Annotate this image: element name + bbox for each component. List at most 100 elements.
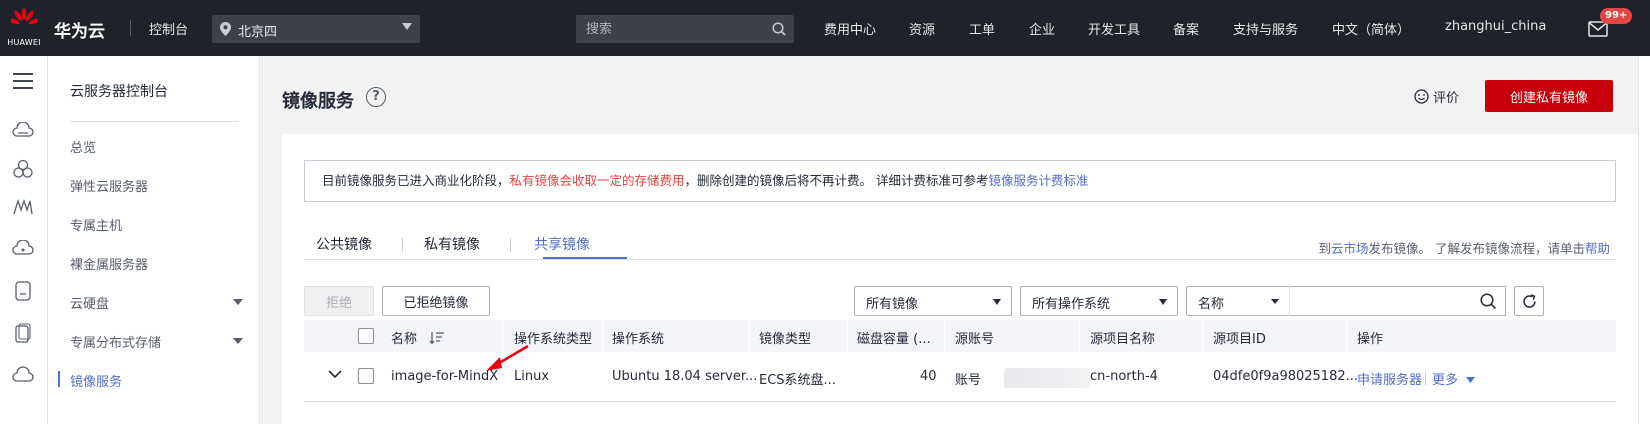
- source-project-name-cell: cn-north-4: [1090, 369, 1158, 384]
- column-header-disk-capacity: 磁盘容量 (...: [857, 332, 931, 347]
- create-private-image-button[interactable]: 创建私有镜像: [1485, 80, 1613, 112]
- security-icon[interactable]: [10, 320, 36, 346]
- caret-down-icon: [1271, 299, 1279, 304]
- smiley-icon: [1414, 89, 1429, 104]
- nav-billing[interactable]: 费用中心: [824, 19, 876, 38]
- reject-button[interactable]: 拒绝: [304, 286, 374, 316]
- caret-down-icon: [993, 299, 1001, 305]
- source-account-cell: 账号: [955, 373, 982, 388]
- caret-down-icon: [1159, 299, 1167, 305]
- column-divider: [602, 320, 603, 352]
- sort-icon: [429, 332, 445, 345]
- column-divider: [847, 320, 848, 352]
- caret-down-icon: [402, 23, 412, 30]
- os-filter-value: 所有操作系统: [1032, 297, 1111, 312]
- column-label: 名称: [391, 332, 418, 347]
- column-header-source-project-id: 源项目ID: [1213, 332, 1266, 347]
- page-scrollbar[interactable]: [1638, 56, 1650, 424]
- chevron-down-icon[interactable]: [233, 338, 243, 344]
- help-link[interactable]: 帮助: [1585, 241, 1610, 256]
- brand-name[interactable]: 华为云: [54, 17, 105, 42]
- sidebar-item-overview[interactable]: 总览: [70, 137, 96, 156]
- rate-button[interactable]: 评价: [1414, 87, 1459, 106]
- marketplace-link[interactable]: 云市场: [1331, 241, 1369, 256]
- billing-standard-link[interactable]: 镜像服务计费标准: [989, 173, 1089, 188]
- redacted-account: [1004, 368, 1090, 388]
- row-checkbox[interactable]: [358, 368, 374, 384]
- container-icon[interactable]: [10, 278, 36, 304]
- os-type-cell: Linux: [514, 369, 550, 384]
- help-icon[interactable]: ?: [366, 87, 386, 107]
- tab-public-images[interactable]: 公共镜像: [316, 234, 372, 254]
- logo-text: HUAWEI: [7, 38, 41, 47]
- nav-dev-tools[interactable]: 开发工具: [1088, 19, 1140, 38]
- database-icon[interactable]: [10, 236, 36, 262]
- nav-language[interactable]: 中文（简体）: [1332, 19, 1410, 38]
- global-search: [576, 15, 794, 43]
- divider: [402, 238, 403, 252]
- nav-enterprise[interactable]: 企业: [1029, 19, 1055, 38]
- column-header-image-type: 镜像类型: [759, 332, 812, 347]
- region-selector[interactable]: 北京四: [212, 15, 420, 43]
- huawei-logo-icon: [11, 8, 37, 25]
- image-name: image-for-MindX: [391, 369, 499, 384]
- column-divider: [1346, 320, 1347, 352]
- nav-resources[interactable]: 资源: [909, 19, 935, 38]
- caret-down-icon: [1466, 377, 1476, 383]
- chevron-down-icon[interactable]: [233, 299, 243, 305]
- hint-text: 发布镜像。 了解发布镜像流程，请单击: [1368, 241, 1585, 256]
- column-header-actions: 操作: [1357, 332, 1384, 347]
- sidebar-title: 云服务器控制台: [70, 84, 168, 100]
- huawei-logo[interactable]: HUAWEI: [6, 8, 41, 48]
- storage-icon[interactable]: [10, 194, 36, 220]
- divider: [70, 121, 238, 122]
- nav-filing[interactable]: 备案: [1173, 19, 1199, 38]
- select-all-checkbox[interactable]: [358, 328, 374, 344]
- content-panel: 目前镜像服务已进入商业化阶段，私有镜像会收取一定的存储费用，删除创建的镜像后将不…: [282, 134, 1638, 424]
- cloud-server-icon[interactable]: [10, 118, 36, 144]
- hint-text: 到: [1318, 241, 1331, 256]
- os-filter-select[interactable]: 所有操作系统: [1020, 286, 1178, 316]
- rejected-images-button[interactable]: 已拒绝镜像: [382, 286, 490, 316]
- image-filter-select[interactable]: 所有镜像: [854, 286, 1012, 316]
- tab-shared-images[interactable]: 共享镜像: [534, 234, 590, 254]
- sidebar-item-evs[interactable]: 云硬盘: [70, 293, 109, 312]
- source-project-id-cell: 04dfe0f9a98025182...: [1213, 369, 1359, 384]
- sidebar-item-dss[interactable]: 专属分布式存储: [70, 332, 161, 351]
- column-header-source-project-name: 源项目名称: [1090, 332, 1156, 347]
- sidebar-item-bare-metal[interactable]: 裸金属服务器: [70, 254, 148, 273]
- menu-icon[interactable]: [10, 68, 36, 94]
- column-header-name[interactable]: 名称: [391, 328, 445, 347]
- search-icon[interactable]: [1480, 293, 1497, 310]
- nav-support[interactable]: 支持与服务: [1233, 19, 1298, 38]
- search-field-select[interactable]: 名称: [1186, 286, 1290, 316]
- image-search-input[interactable]: [1290, 287, 1466, 315]
- refresh-button[interactable]: [1514, 286, 1544, 316]
- top-navigation-bar: HUAWEI 华为云 控制台 北京四 费用中心 资源 工单 企业 开发工具 备案…: [0, 0, 1650, 56]
- image-filter-value: 所有镜像: [866, 297, 919, 312]
- notice-text: 目前镜像服务已进入商业化阶段，: [322, 173, 510, 188]
- nav-username[interactable]: zhanghui_china: [1445, 19, 1546, 34]
- column-divider: [1202, 320, 1203, 352]
- sidebar-item-ims[interactable]: 镜像服务: [70, 371, 122, 390]
- console-link[interactable]: 控制台: [149, 19, 188, 38]
- table-row: image-for-MindX Linux Ubuntu 18.04 serve…: [304, 344, 1616, 402]
- disk-capacity-cell: 40: [920, 369, 937, 384]
- more-actions-link[interactable]: 更多: [1432, 369, 1476, 388]
- sidebar-item-ecs[interactable]: 弹性云服务器: [70, 176, 148, 195]
- active-tab-underline: [543, 257, 627, 259]
- column-header-os: 操作系统: [612, 332, 665, 347]
- nav-tickets[interactable]: 工单: [969, 19, 995, 38]
- sidebar-item-dedicated-host[interactable]: 专属主机: [70, 215, 122, 234]
- global-search-input[interactable]: [576, 15, 766, 43]
- cloud-icon[interactable]: [10, 362, 36, 388]
- page-title: 镜像服务: [282, 91, 354, 112]
- marketplace-hint: 到云市场发布镜像。 了解发布镜像流程，请单击帮助: [1318, 238, 1610, 257]
- expand-row-icon[interactable]: [328, 369, 342, 379]
- search-icon[interactable]: [772, 22, 786, 36]
- tab-private-images[interactable]: 私有镜像: [424, 234, 480, 254]
- os-cell: Ubuntu 18.04 server...: [612, 369, 758, 384]
- request-server-link[interactable]: 申请服务器: [1357, 369, 1422, 388]
- more-label: 更多: [1432, 373, 1459, 388]
- network-icon[interactable]: [10, 156, 36, 182]
